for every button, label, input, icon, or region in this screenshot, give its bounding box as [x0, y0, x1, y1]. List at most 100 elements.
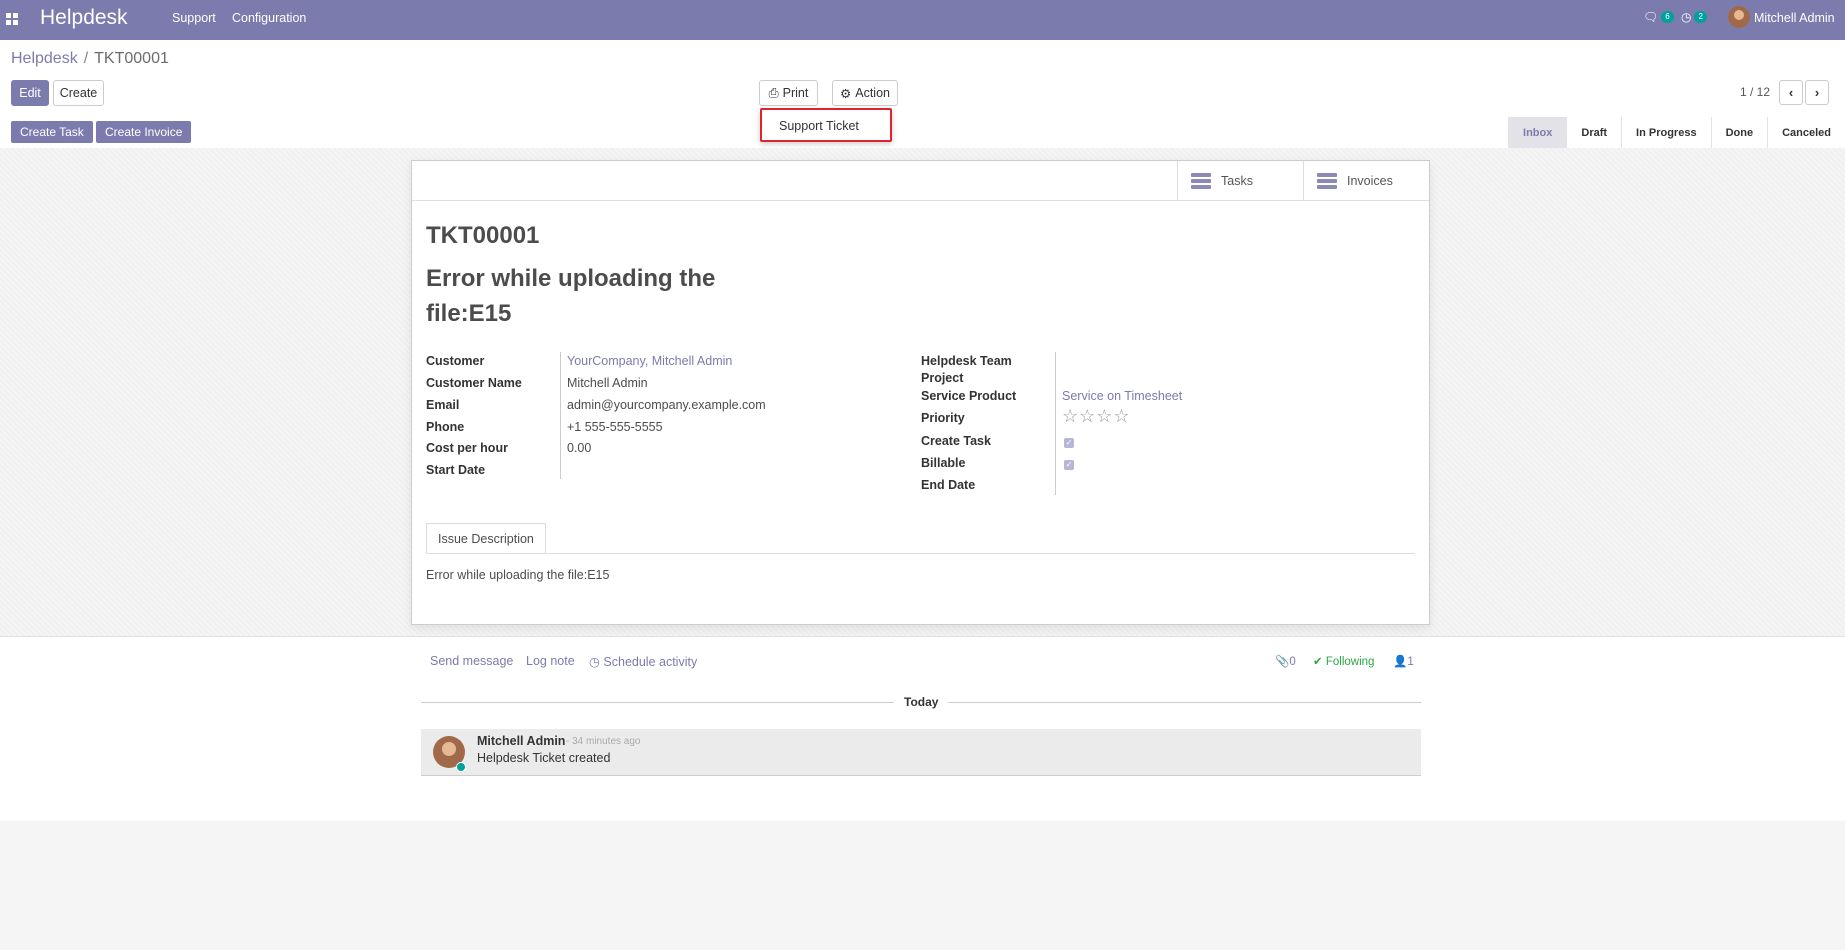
- invoices-icon: [1317, 172, 1337, 189]
- create-button[interactable]: Create: [53, 80, 104, 106]
- message-time: - 34 minutes ago: [566, 736, 641, 747]
- check-icon: ✔: [1313, 656, 1323, 668]
- message-author[interactable]: Mitchell Admin: [477, 734, 565, 748]
- breadcrumb-separator: /: [83, 50, 89, 67]
- create-task-label: Create Task: [921, 434, 991, 448]
- service-product-value[interactable]: Service on Timesheet: [1062, 389, 1182, 403]
- clock-icon: ◷: [589, 655, 600, 669]
- following-button[interactable]: ✔ Following: [1313, 654, 1374, 668]
- stage-inbox[interactable]: Inbox: [1508, 117, 1567, 148]
- issue-description-text[interactable]: Error while uploading the file:E15: [426, 568, 609, 582]
- stage-draft[interactable]: Draft: [1566, 117, 1621, 148]
- end-date-label: End Date: [921, 478, 976, 492]
- followers-count: 1: [1407, 656, 1414, 668]
- clock-icon: ◷: [1681, 10, 1692, 24]
- date-separator-line-right: [948, 702, 1421, 703]
- email-label: Email: [426, 398, 460, 412]
- gear-icon: ⚙: [840, 86, 852, 101]
- stage-pipeline: Inbox Draft In Progress Done Canceled: [1508, 117, 1845, 148]
- helpdesk-team-label: Helpdesk Team: [921, 354, 1012, 368]
- top-navbar: Helpdesk Support Configuration 🗨 6 ◷ 2 M…: [0, 0, 1845, 40]
- date-separator-line-left: [421, 702, 894, 703]
- left-group-divider: [560, 352, 561, 479]
- schedule-activity-button[interactable]: ◷ Schedule activity: [589, 654, 697, 669]
- tab-issue-description[interactable]: Issue Description: [426, 523, 546, 554]
- stage-in-progress[interactable]: In Progress: [1621, 117, 1711, 148]
- star-icon[interactable]: ☆: [1113, 406, 1130, 426]
- priority-stars[interactable]: ☆☆☆☆: [1062, 406, 1131, 427]
- billable-label: Billable: [921, 456, 966, 470]
- messaging-menu[interactable]: 🗨 6: [1643, 10, 1674, 24]
- pager-previous-button[interactable]: ‹: [1779, 80, 1803, 105]
- schedule-activity-label: Schedule activity: [603, 655, 698, 669]
- billable-checkbox[interactable]: ✓: [1064, 460, 1074, 470]
- stage-canceled[interactable]: Canceled: [1767, 117, 1845, 148]
- dropdown-item-support-ticket[interactable]: Support Ticket: [779, 119, 859, 133]
- tasks-icon: [1191, 172, 1211, 189]
- send-message-button[interactable]: Send message: [430, 654, 513, 668]
- control-panel: Helpdesk / TKT00001 Edit Create ⎙ Print ⚙ …: [0, 40, 1845, 118]
- print-icon: ⎙: [768, 85, 779, 100]
- chatter: Send message Log note ◷ Schedule activit…: [0, 636, 1845, 821]
- create-invoice-button[interactable]: Create Invoice: [96, 121, 192, 143]
- tasks-smart-button[interactable]: Tasks: [1177, 161, 1303, 200]
- phone-value[interactable]: +1 555-555-5555: [567, 420, 663, 434]
- app-brand[interactable]: Helpdesk: [40, 6, 128, 30]
- invoices-smart-button[interactable]: Invoices: [1303, 161, 1429, 200]
- stage-done[interactable]: Done: [1710, 117, 1768, 148]
- date-separator: Today: [904, 695, 939, 709]
- priority-label: Priority: [921, 411, 965, 425]
- star-icon[interactable]: ☆: [1096, 406, 1113, 426]
- menu-support[interactable]: Support: [172, 11, 216, 25]
- pager-next-button[interactable]: ›: [1805, 80, 1829, 105]
- message-body: Helpdesk Ticket created: [477, 751, 611, 765]
- menu-configuration[interactable]: Configuration: [232, 11, 306, 25]
- cost-per-hour-label: Cost per hour: [426, 441, 508, 455]
- cost-per-hour-value[interactable]: 0.00: [567, 441, 591, 455]
- attachments-count: 0: [1289, 656, 1296, 668]
- chatter-message: Mitchell Admin - 34 minutes ago Helpdesk…: [421, 729, 1421, 776]
- customer-name-value[interactable]: Mitchell Admin: [567, 376, 648, 390]
- star-icon[interactable]: ☆: [1079, 406, 1096, 426]
- status-bar: Create Task Create Invoice Inbox Draft I…: [0, 117, 1845, 149]
- tab-divider: [426, 553, 1415, 554]
- create-task-button[interactable]: Create Task: [11, 121, 93, 143]
- online-status-icon: [456, 762, 466, 772]
- user-name[interactable]: Mitchell Admin: [1754, 11, 1835, 25]
- paperclip-icon: 📎: [1275, 656, 1290, 668]
- project-label: Project: [921, 371, 964, 385]
- right-group-divider: [1055, 352, 1056, 495]
- pager-value[interactable]: 1 / 12: [1740, 85, 1770, 99]
- chevron-right-icon: ›: [1814, 85, 1820, 100]
- phone-label: Phone: [426, 420, 465, 434]
- ticket-number: TKT00001: [426, 222, 540, 249]
- apps-menu-icon[interactable]: [6, 13, 18, 25]
- breadcrumb-helpdesk[interactable]: Helpdesk: [11, 50, 78, 67]
- star-icon[interactable]: ☆: [1062, 406, 1079, 426]
- edit-button[interactable]: Edit: [11, 80, 49, 106]
- followers-button[interactable]: 👤1: [1393, 654, 1414, 668]
- email-value[interactable]: admin@yourcompany.example.com: [567, 398, 766, 412]
- print-button[interactable]: ⎙ Print: [759, 80, 818, 106]
- smart-button-box: Tasks Invoices: [412, 161, 1429, 201]
- attachments-button[interactable]: 📎0: [1275, 654, 1296, 668]
- user-avatar: [1728, 6, 1750, 28]
- chat-icon: 🗨: [1643, 10, 1659, 24]
- print-label: Print: [782, 86, 809, 100]
- print-dropdown: Support Ticket: [760, 108, 892, 142]
- create-task-checkbox[interactable]: ✓: [1064, 438, 1074, 448]
- user-icon: 👤: [1393, 656, 1408, 668]
- log-note-button[interactable]: Log note: [526, 654, 575, 668]
- following-label: Following: [1325, 656, 1375, 668]
- customer-label: Customer: [426, 354, 485, 368]
- user-menu[interactable]: [1728, 6, 1750, 28]
- ticket-title[interactable]: Error while uploading the file:E15: [426, 261, 746, 331]
- activity-menu[interactable]: ◷ 2: [1681, 10, 1707, 24]
- customer-value[interactable]: YourCompany, Mitchell Admin: [567, 354, 732, 368]
- action-button[interactable]: ⚙ Action: [832, 80, 898, 106]
- start-date-label: Start Date: [426, 463, 486, 477]
- chevron-left-icon: ‹: [1788, 85, 1794, 100]
- service-product-label: Service Product: [921, 389, 1017, 403]
- activities-badge: 2: [1694, 11, 1707, 23]
- tasks-label: Tasks: [1221, 173, 1253, 188]
